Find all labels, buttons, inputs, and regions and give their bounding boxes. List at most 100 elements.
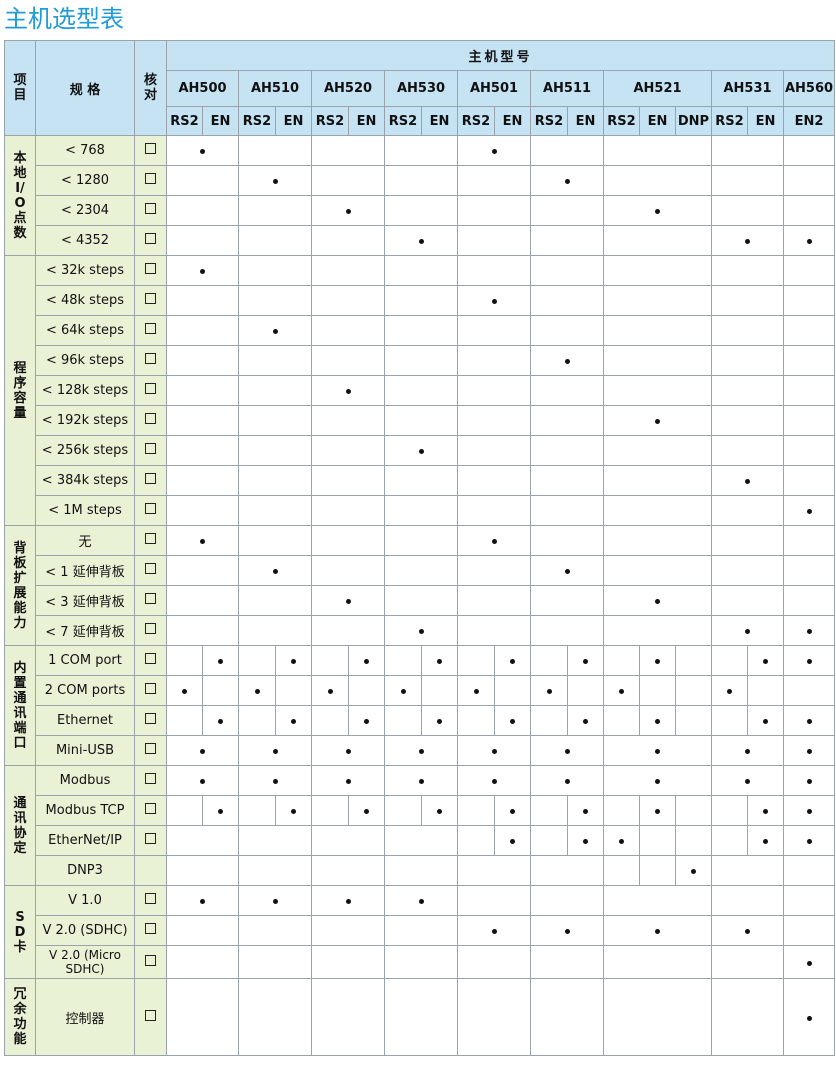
checkbox-icon[interactable] bbox=[145, 533, 156, 544]
checkbox-icon[interactable] bbox=[145, 713, 156, 724]
check-cell[interactable] bbox=[134, 165, 167, 196]
mark-cell bbox=[639, 795, 676, 826]
table-row: < 192k steps bbox=[5, 405, 836, 436]
dot-mark bbox=[763, 659, 768, 664]
model-ah560: AH560 bbox=[782, 70, 836, 107]
check-cell[interactable] bbox=[134, 135, 167, 166]
dot-mark bbox=[418, 239, 424, 244]
mark-cell bbox=[384, 735, 458, 766]
checkbox-icon[interactable] bbox=[145, 263, 156, 274]
dot-mark bbox=[182, 689, 187, 694]
mark-cell bbox=[530, 735, 604, 766]
checkbox-icon[interactable] bbox=[145, 833, 156, 844]
checkbox-icon[interactable] bbox=[145, 683, 156, 694]
check-cell[interactable] bbox=[134, 765, 167, 796]
checkbox-icon[interactable] bbox=[145, 173, 156, 184]
dot-mark bbox=[619, 689, 624, 694]
check-cell[interactable] bbox=[134, 885, 167, 916]
mark-cell bbox=[782, 825, 836, 856]
check-cell[interactable] bbox=[134, 285, 167, 316]
checkbox-icon[interactable] bbox=[145, 353, 156, 364]
checkbox-icon[interactable] bbox=[145, 323, 156, 334]
mark-cell bbox=[238, 645, 276, 676]
check-cell[interactable] bbox=[134, 315, 167, 346]
mark-cell bbox=[311, 855, 385, 886]
check-cell[interactable] bbox=[134, 705, 167, 736]
check-cell[interactable] bbox=[134, 465, 167, 496]
check-cell[interactable] bbox=[134, 735, 167, 766]
checkbox-icon[interactable] bbox=[145, 443, 156, 454]
mark-cell bbox=[603, 165, 712, 196]
checkbox-icon[interactable] bbox=[145, 743, 156, 754]
mark-cell bbox=[530, 615, 604, 646]
check-cell[interactable] bbox=[134, 825, 167, 856]
checkbox-icon[interactable] bbox=[145, 563, 156, 574]
check-cell[interactable] bbox=[134, 345, 167, 376]
checkbox-icon[interactable] bbox=[145, 293, 156, 304]
mark-cell bbox=[457, 945, 531, 979]
category-label-text: 背板扩展能力 bbox=[13, 540, 27, 631]
mark-cell bbox=[238, 255, 312, 286]
dot-mark bbox=[583, 839, 588, 844]
checkbox-icon[interactable] bbox=[145, 593, 156, 604]
mark-cell bbox=[782, 675, 836, 706]
checkbox-icon[interactable] bbox=[145, 503, 156, 514]
checkbox-icon[interactable] bbox=[145, 623, 156, 634]
dot-mark bbox=[806, 960, 812, 966]
mark-cell bbox=[603, 225, 712, 256]
mark-cell bbox=[457, 915, 531, 946]
check-cell[interactable] bbox=[134, 795, 167, 826]
check-cell[interactable] bbox=[134, 555, 167, 586]
mark-cell bbox=[311, 375, 385, 406]
mark-cell bbox=[311, 885, 385, 916]
check-cell[interactable] bbox=[134, 675, 167, 706]
check-cell[interactable] bbox=[134, 978, 167, 1056]
check-cell[interactable] bbox=[134, 375, 167, 406]
checkbox-icon[interactable] bbox=[145, 203, 156, 214]
check-cell[interactable] bbox=[134, 195, 167, 226]
checkbox-icon[interactable] bbox=[145, 473, 156, 484]
check-cell[interactable] bbox=[134, 225, 167, 256]
mark-cell bbox=[311, 195, 385, 226]
mark-cell bbox=[311, 945, 385, 979]
mark-cell bbox=[384, 825, 458, 856]
table-row: EtherNet/IP bbox=[5, 825, 836, 856]
mark-cell bbox=[782, 345, 836, 376]
mark-cell bbox=[457, 225, 531, 256]
check-cell[interactable] bbox=[134, 945, 167, 979]
dot-mark bbox=[655, 929, 660, 934]
check-cell[interactable] bbox=[134, 405, 167, 436]
dot-mark bbox=[291, 719, 296, 724]
checkbox-icon[interactable] bbox=[145, 1009, 156, 1021]
mark-cell bbox=[384, 165, 458, 196]
model-ah501: AH501 bbox=[457, 70, 531, 107]
mark-cell bbox=[311, 285, 385, 316]
check-cell[interactable] bbox=[134, 525, 167, 556]
checkbox-icon[interactable] bbox=[145, 893, 156, 904]
mark-cell bbox=[166, 915, 239, 946]
table-row: 2 COM ports bbox=[5, 675, 836, 706]
check-cell[interactable] bbox=[134, 915, 167, 946]
checkbox-icon[interactable] bbox=[145, 143, 156, 154]
mark-cell bbox=[603, 615, 712, 646]
checkbox-icon[interactable] bbox=[145, 653, 156, 664]
checkbox-icon[interactable] bbox=[145, 923, 156, 934]
checkbox-icon[interactable] bbox=[145, 773, 156, 784]
mark-cell bbox=[782, 225, 836, 256]
mark-cell bbox=[421, 675, 458, 706]
check-cell[interactable] bbox=[134, 435, 167, 466]
checkbox-icon[interactable] bbox=[145, 954, 156, 966]
mark-cell bbox=[567, 705, 604, 736]
checkbox-icon[interactable] bbox=[145, 803, 156, 814]
dot-mark bbox=[291, 659, 296, 664]
check-cell[interactable] bbox=[134, 255, 167, 286]
check-cell[interactable] bbox=[134, 645, 167, 676]
mark-cell bbox=[238, 405, 312, 436]
checkbox-icon[interactable] bbox=[145, 233, 156, 244]
check-cell[interactable] bbox=[134, 495, 167, 526]
check-cell[interactable] bbox=[134, 615, 167, 646]
check-cell[interactable] bbox=[134, 585, 167, 616]
checkbox-icon[interactable] bbox=[145, 413, 156, 424]
checkbox-icon[interactable] bbox=[145, 383, 156, 394]
mark-cell bbox=[530, 345, 604, 376]
